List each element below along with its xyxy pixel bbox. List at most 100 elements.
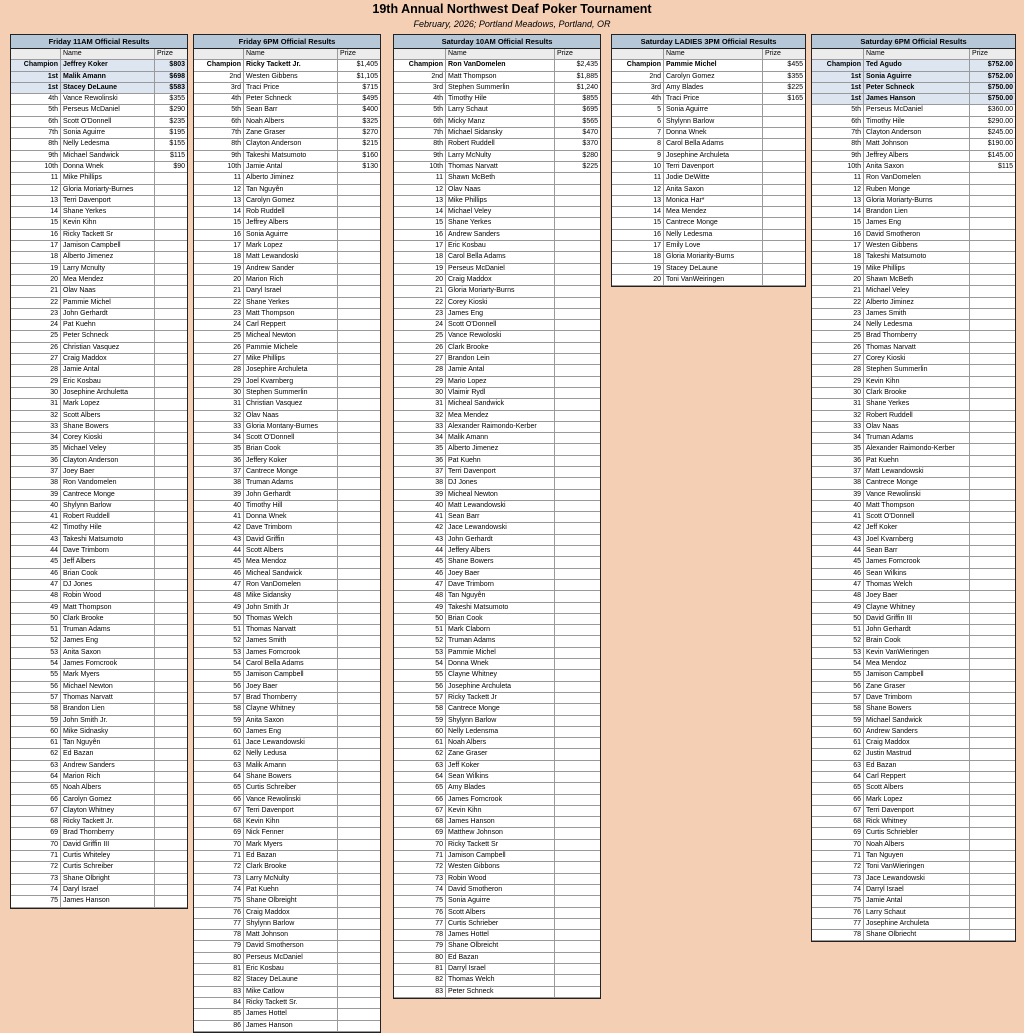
prize-empty <box>555 885 600 895</box>
prize: $115 <box>997 162 1013 170</box>
place-number: 13 <box>394 195 446 207</box>
table-row: 82 Thomas Welch <box>394 975 600 987</box>
prize-empty <box>155 185 187 195</box>
place-number: 39 <box>194 489 244 500</box>
prize-empty <box>970 433 1015 443</box>
player-name: Monica Har* <box>664 195 763 207</box>
prize-empty <box>555 693 600 703</box>
place-number: 75 <box>394 896 446 907</box>
place-number: 35 <box>11 444 61 455</box>
prize-empty <box>338 241 380 251</box>
player-name: Curtis Schrieber <box>446 918 555 930</box>
place-number: 54 <box>11 659 61 670</box>
prize-empty <box>155 501 187 511</box>
prize-empty <box>555 795 600 805</box>
place: 10th <box>812 161 864 173</box>
prize-empty <box>338 817 380 827</box>
player-name: Olav Naas <box>864 421 970 433</box>
prize-empty <box>970 478 1015 488</box>
result-row: 1st Stacey DeLaune $583 <box>11 82 187 95</box>
prize: $1,105 <box>356 72 378 80</box>
place-number: 36 <box>812 455 864 466</box>
place-number: 71 <box>194 851 244 862</box>
prize-empty <box>338 422 380 432</box>
place: 1st <box>11 82 61 94</box>
prize-empty <box>970 535 1015 545</box>
player-name: Sonia Aguirre <box>61 128 155 139</box>
player-name: Jamison Campbell <box>446 851 555 862</box>
place-number: 19 <box>612 263 664 274</box>
place-number: 14 <box>11 207 61 218</box>
place-number: 57 <box>812 692 864 704</box>
table-row: 35 Michael Veley <box>11 444 187 456</box>
place-number: 49 <box>194 602 244 613</box>
place-number: 35 <box>394 444 446 455</box>
place-number: 60 <box>11 726 61 738</box>
table-row: 15 Jeffrey Albers <box>194 218 380 230</box>
table-row: 56 Joey Baer <box>194 681 380 693</box>
place-number: 15 <box>11 218 61 229</box>
player-name: Kevin Kihn <box>864 376 970 387</box>
place: 7th <box>194 128 244 139</box>
table-row: 46 Micheal Sandwick <box>194 568 380 580</box>
place-number: 17 <box>394 241 446 252</box>
player-name: Joey Baer <box>244 681 338 692</box>
prize-empty <box>970 828 1015 838</box>
prize-empty <box>970 591 1015 601</box>
prize-empty <box>155 399 187 409</box>
prize-empty <box>338 309 380 319</box>
result-row: 10th Anita Saxon $115 <box>812 161 1015 174</box>
player-name: Matt Lewandowski <box>446 500 555 512</box>
prize-empty <box>555 207 600 217</box>
prize-empty <box>155 230 187 240</box>
name-header: Name <box>446 49 555 60</box>
prize: $715 <box>362 83 378 91</box>
place-number: 36 <box>394 455 446 466</box>
table-row: 21 Gloria Moriarty-Burns <box>394 286 600 298</box>
table-row: 26 Pammie Michele <box>194 342 380 355</box>
prize: $165 <box>787 95 803 103</box>
place-number: 71 <box>812 851 864 862</box>
prize-empty <box>970 456 1015 466</box>
prize-empty <box>155 467 187 477</box>
prize-empty <box>155 286 187 296</box>
prize-empty <box>970 908 1015 918</box>
table-row: 31 Micheal Sandwick <box>394 399 600 411</box>
prize-empty <box>555 716 600 726</box>
prize-empty <box>338 377 380 387</box>
place-number: 19 <box>194 263 244 274</box>
table-row: 56 Zane Graser <box>812 681 1015 693</box>
player-name: Clayne Whitney <box>864 602 970 613</box>
table-row: 21 Michael Veley <box>812 286 1015 298</box>
place-number: 17 <box>194 241 244 252</box>
player-name: Pat Kuehn <box>61 320 155 331</box>
place-number: 17 <box>812 241 864 252</box>
player-name: Takeshi Matsumoto <box>244 150 338 161</box>
player-name: James Eng <box>61 636 155 647</box>
prize-empty <box>338 456 380 466</box>
place-number: 45 <box>11 557 61 568</box>
table-row: 85 James Hottel <box>194 1009 380 1021</box>
prize-empty <box>338 603 380 613</box>
player-name: Truman Adams <box>864 433 970 444</box>
table-row: 12 Anita Saxon <box>612 184 805 196</box>
player-name: Emily Love <box>664 241 763 252</box>
place-number: 69 <box>394 828 446 839</box>
place: Champion <box>612 60 664 71</box>
player-name: Daryl Israel <box>244 286 338 297</box>
prize-empty <box>970 749 1015 759</box>
prize-empty <box>970 783 1015 793</box>
place: 10th <box>194 161 244 173</box>
prize-empty <box>155 331 187 341</box>
place-number: 12 <box>11 184 61 195</box>
prize-empty <box>338 343 380 353</box>
table-row: 44 Dave Trimborn <box>11 546 187 558</box>
prize-empty <box>155 580 187 590</box>
player-name: Joel Kvarnberg <box>864 534 970 546</box>
prize-empty <box>155 388 187 398</box>
table-saturday-ladies-3pm: Saturday LADIES 3PM Official Results Name… <box>611 34 806 288</box>
prize-empty <box>555 365 600 375</box>
prize-empty <box>338 196 380 206</box>
prize-empty <box>338 727 380 737</box>
place-number: 63 <box>394 760 446 771</box>
